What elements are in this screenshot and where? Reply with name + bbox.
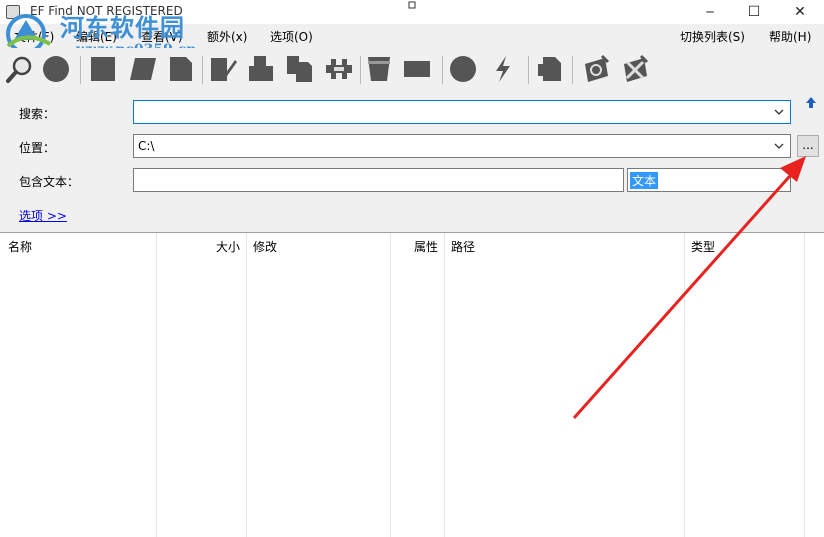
toolbar-button-cup[interactable]	[362, 52, 396, 86]
location-combo[interactable]: C:\	[133, 134, 791, 158]
toolbar-button-page[interactable]	[164, 52, 198, 86]
caliper-icon	[326, 59, 352, 79]
search-button[interactable]	[3, 52, 37, 86]
small-square-icon	[408, 1, 416, 9]
bolt-icon	[496, 56, 510, 82]
arrow-up-icon[interactable]	[804, 96, 818, 110]
column-attributes[interactable]: 属性	[391, 233, 445, 537]
toolbar-button-caliper[interactable]	[322, 52, 356, 86]
toolbar-separator	[80, 56, 81, 84]
toolbar-separator	[442, 56, 443, 84]
column-header[interactable]: 类型	[691, 238, 715, 255]
toolbar-button-parallelogram[interactable]	[126, 52, 160, 86]
column-name[interactable]: 名称	[0, 233, 157, 537]
column-header[interactable]: 路径	[451, 238, 475, 255]
toolbar-button-folder-page[interactable]	[533, 52, 567, 86]
maximize-button[interactable]: ☐	[732, 0, 776, 24]
restore-indicator	[390, 0, 434, 24]
toolbar-button-bolt[interactable]	[486, 52, 520, 86]
toolbar-button-page-split[interactable]	[244, 52, 278, 86]
location-value: C:\	[138, 139, 155, 153]
toolbar-separator	[528, 56, 529, 84]
toolbar-button-chip[interactable]	[400, 52, 434, 86]
menu-extra[interactable]: 额外(x)	[207, 28, 247, 45]
minimize-button[interactable]: ─	[688, 0, 732, 24]
toolbar-button-gear-tool[interactable]	[617, 52, 651, 86]
folder-page-icon	[538, 57, 561, 81]
minimize-icon: ─	[706, 5, 714, 19]
location-label: 位置：	[19, 141, 56, 155]
results-list[interactable]: 名称 大小 修改 属性 路径 类型	[0, 232, 824, 537]
page-split-icon	[249, 56, 273, 81]
toolbar-button-page-edit[interactable]	[206, 52, 240, 86]
column-header[interactable]: 名称	[8, 238, 32, 255]
close-icon: ✕	[794, 4, 806, 20]
column-header[interactable]: 修改	[253, 238, 277, 255]
chip-icon	[404, 61, 430, 77]
search-label: 搜索：	[19, 107, 56, 121]
toolbar	[0, 48, 824, 88]
chevron-down-icon[interactable]	[774, 107, 784, 117]
page-edit-icon	[211, 58, 237, 81]
toolbar-button-ball[interactable]	[446, 52, 480, 86]
gear-tool-icon	[624, 54, 649, 82]
contains-text-label: 包含文本：	[19, 175, 80, 189]
browse-button[interactable]: ...	[797, 135, 819, 157]
chevron-down-icon[interactable]	[774, 141, 784, 151]
toolbar-button-square[interactable]	[86, 52, 120, 86]
close-button[interactable]: ✕	[778, 0, 822, 24]
column-header[interactable]: 属性	[414, 238, 438, 255]
cup-icon	[368, 57, 390, 81]
maximize-icon: ☐	[747, 4, 761, 20]
menu-help[interactable]: 帮助(H)	[769, 28, 811, 45]
toolbar-separator	[202, 56, 203, 84]
parallelogram-icon	[130, 58, 156, 80]
gear-page-icon	[585, 54, 610, 82]
column-header[interactable]: 大小	[216, 238, 240, 255]
menu-switch-list[interactable]: 切换列表(S)	[680, 28, 745, 45]
watermark-title: 河东软件园	[60, 13, 185, 42]
column-path[interactable]: 路径	[445, 233, 685, 537]
column-modified[interactable]: 修改	[247, 233, 391, 537]
ball-icon	[450, 56, 476, 82]
magnifier-icon	[6, 56, 32, 83]
menu-options[interactable]: 选项(O)	[270, 28, 313, 45]
text-type-field[interactable]: 文本	[627, 168, 791, 192]
toolbar-button-circle[interactable]	[39, 52, 73, 86]
toolbar-separator	[360, 56, 361, 84]
circle-icon	[43, 56, 69, 82]
pages-icon	[287, 56, 312, 82]
page-icon	[170, 57, 192, 81]
search-combo[interactable]	[133, 100, 791, 124]
text-type-value: 文本	[630, 172, 659, 189]
toolbar-separator	[572, 56, 573, 84]
toolbar-button-pages[interactable]	[282, 52, 316, 86]
square-icon	[91, 57, 115, 81]
toolbar-button-gear-page[interactable]	[578, 52, 612, 86]
column-type[interactable]: 类型	[685, 233, 805, 537]
options-link[interactable]: 选项 >>	[19, 207, 67, 224]
contains-text-input[interactable]	[133, 168, 624, 192]
column-size[interactable]: 大小	[157, 233, 247, 537]
